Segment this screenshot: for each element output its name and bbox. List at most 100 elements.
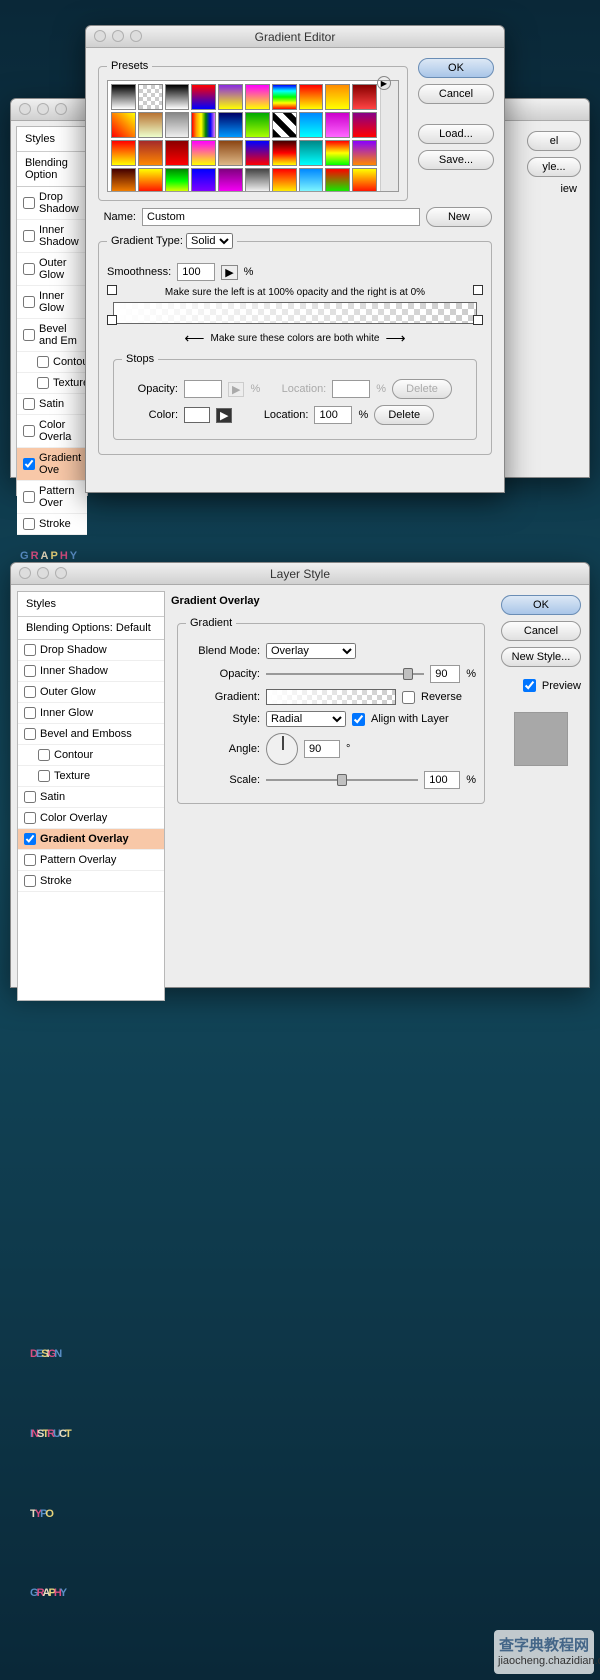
preset-swatch[interactable]: [138, 168, 163, 191]
blending-options[interactable]: Blending Option: [17, 152, 87, 187]
cancel-button[interactable]: Cancel: [418, 84, 494, 104]
preset-swatch[interactable]: [325, 140, 350, 166]
opacity-stop-right[interactable]: [473, 285, 483, 295]
opacity-slider[interactable]: [266, 667, 424, 681]
new-button[interactable]: New: [426, 207, 492, 227]
style-item[interactable]: Inner Glow: [18, 703, 164, 724]
preset-swatch[interactable]: [111, 168, 136, 191]
preset-swatch[interactable]: [218, 168, 243, 191]
titlebar[interactable]: Layer Style: [11, 563, 589, 585]
angle-input[interactable]: [304, 740, 340, 758]
window-controls[interactable]: [19, 567, 67, 579]
load-button[interactable]: Load...: [418, 124, 494, 144]
preset-swatch[interactable]: [191, 140, 216, 166]
name-input[interactable]: [142, 208, 420, 226]
new-style-button[interactable]: New Style...: [501, 647, 581, 667]
preset-swatch[interactable]: [352, 140, 377, 166]
partial-button[interactable]: el: [527, 131, 581, 151]
preset-swatch[interactable]: [165, 112, 190, 138]
color-stop-right[interactable]: [473, 315, 483, 325]
name-label: Name:: [92, 211, 136, 223]
preset-swatch[interactable]: [165, 84, 190, 110]
preset-swatch[interactable]: [218, 140, 243, 166]
scale-slider[interactable]: [266, 773, 418, 787]
preset-swatch[interactable]: [191, 168, 216, 191]
style-item[interactable]: Stroke: [18, 871, 164, 892]
preset-swatch[interactable]: [299, 168, 324, 191]
styles-header[interactable]: Styles: [18, 592, 164, 617]
opacity-input[interactable]: [430, 665, 460, 683]
ok-button[interactable]: OK: [501, 595, 581, 615]
note-colors: Make sure these colors are both white: [211, 333, 380, 344]
partial-button[interactable]: yle...: [527, 157, 581, 177]
preset-swatch[interactable]: [352, 84, 377, 110]
preset-swatch[interactable]: [352, 168, 377, 191]
preset-swatch[interactable]: [138, 84, 163, 110]
preset-swatch[interactable]: [165, 168, 190, 191]
style-item[interactable]: Gradient Overlay: [18, 829, 164, 850]
style-item[interactable]: Inner Shadow: [18, 661, 164, 682]
gradient-bar[interactable]: [113, 302, 477, 324]
color-swatch[interactable]: [184, 407, 210, 423]
stepper-icon[interactable]: ▶: [221, 265, 237, 280]
style-item[interactable]: Color Overlay: [18, 808, 164, 829]
preset-swatch[interactable]: [138, 112, 163, 138]
style-select[interactable]: Radial: [266, 711, 346, 727]
cancel-button[interactable]: Cancel: [501, 621, 581, 641]
preset-swatch[interactable]: [191, 112, 216, 138]
gradient-preview[interactable]: [266, 689, 396, 705]
style-item[interactable]: Contour: [18, 745, 164, 766]
color-menu-icon[interactable]: ▶: [216, 408, 232, 423]
preset-swatch[interactable]: [245, 140, 270, 166]
preset-swatch[interactable]: [299, 112, 324, 138]
preset-swatch[interactable]: [138, 140, 163, 166]
opacity-stop-left[interactable]: [107, 285, 117, 295]
location-input[interactable]: [314, 406, 352, 424]
reverse-checkbox[interactable]: [402, 691, 415, 704]
scrollbar[interactable]: [380, 81, 398, 191]
preset-swatch[interactable]: [111, 140, 136, 166]
style-item[interactable]: Satin: [18, 787, 164, 808]
blending-options[interactable]: Blending Options: Default: [18, 617, 164, 640]
preset-swatch[interactable]: [352, 112, 377, 138]
delete-color-button[interactable]: Delete: [374, 405, 434, 425]
preset-swatch[interactable]: [272, 84, 297, 110]
preset-swatch[interactable]: [191, 84, 216, 110]
presets-grid[interactable]: [108, 81, 380, 191]
scale-input[interactable]: [424, 771, 460, 789]
preset-swatch[interactable]: [245, 112, 270, 138]
preset-swatch[interactable]: [272, 112, 297, 138]
style-item[interactable]: Pattern Overlay: [18, 850, 164, 871]
blend-mode-select[interactable]: Overlay: [266, 643, 356, 659]
color-stop-left[interactable]: [107, 315, 117, 325]
titlebar[interactable]: Gradient Editor: [86, 26, 504, 48]
preset-swatch[interactable]: [325, 168, 350, 191]
save-button[interactable]: Save...: [418, 150, 494, 170]
window-controls[interactable]: [94, 30, 142, 42]
preset-swatch[interactable]: [325, 84, 350, 110]
style-item[interactable]: Texture: [18, 766, 164, 787]
preset-swatch[interactable]: [218, 84, 243, 110]
preset-swatch[interactable]: [299, 84, 324, 110]
preset-swatch[interactable]: [245, 168, 270, 191]
style-item: Drop Shadow: [17, 187, 87, 220]
gradient-type-select[interactable]: Solid: [186, 233, 233, 249]
align-checkbox[interactable]: [352, 713, 365, 726]
ok-button[interactable]: OK: [418, 58, 494, 78]
preset-swatch[interactable]: [165, 140, 190, 166]
preview-checkbox[interactable]: [523, 679, 536, 692]
preset-swatch[interactable]: [218, 112, 243, 138]
preset-swatch[interactable]: [325, 112, 350, 138]
preset-swatch[interactable]: [111, 112, 136, 138]
preset-swatch[interactable]: [299, 140, 324, 166]
presets-menu-icon[interactable]: ▶: [377, 76, 391, 90]
style-item[interactable]: Bevel and Emboss: [18, 724, 164, 745]
smoothness-input[interactable]: [177, 263, 215, 281]
angle-dial[interactable]: [266, 733, 298, 765]
preset-swatch[interactable]: [272, 168, 297, 191]
preset-swatch[interactable]: [245, 84, 270, 110]
style-item[interactable]: Drop Shadow: [18, 640, 164, 661]
preset-swatch[interactable]: [272, 140, 297, 166]
style-item[interactable]: Outer Glow: [18, 682, 164, 703]
preset-swatch[interactable]: [111, 84, 136, 110]
